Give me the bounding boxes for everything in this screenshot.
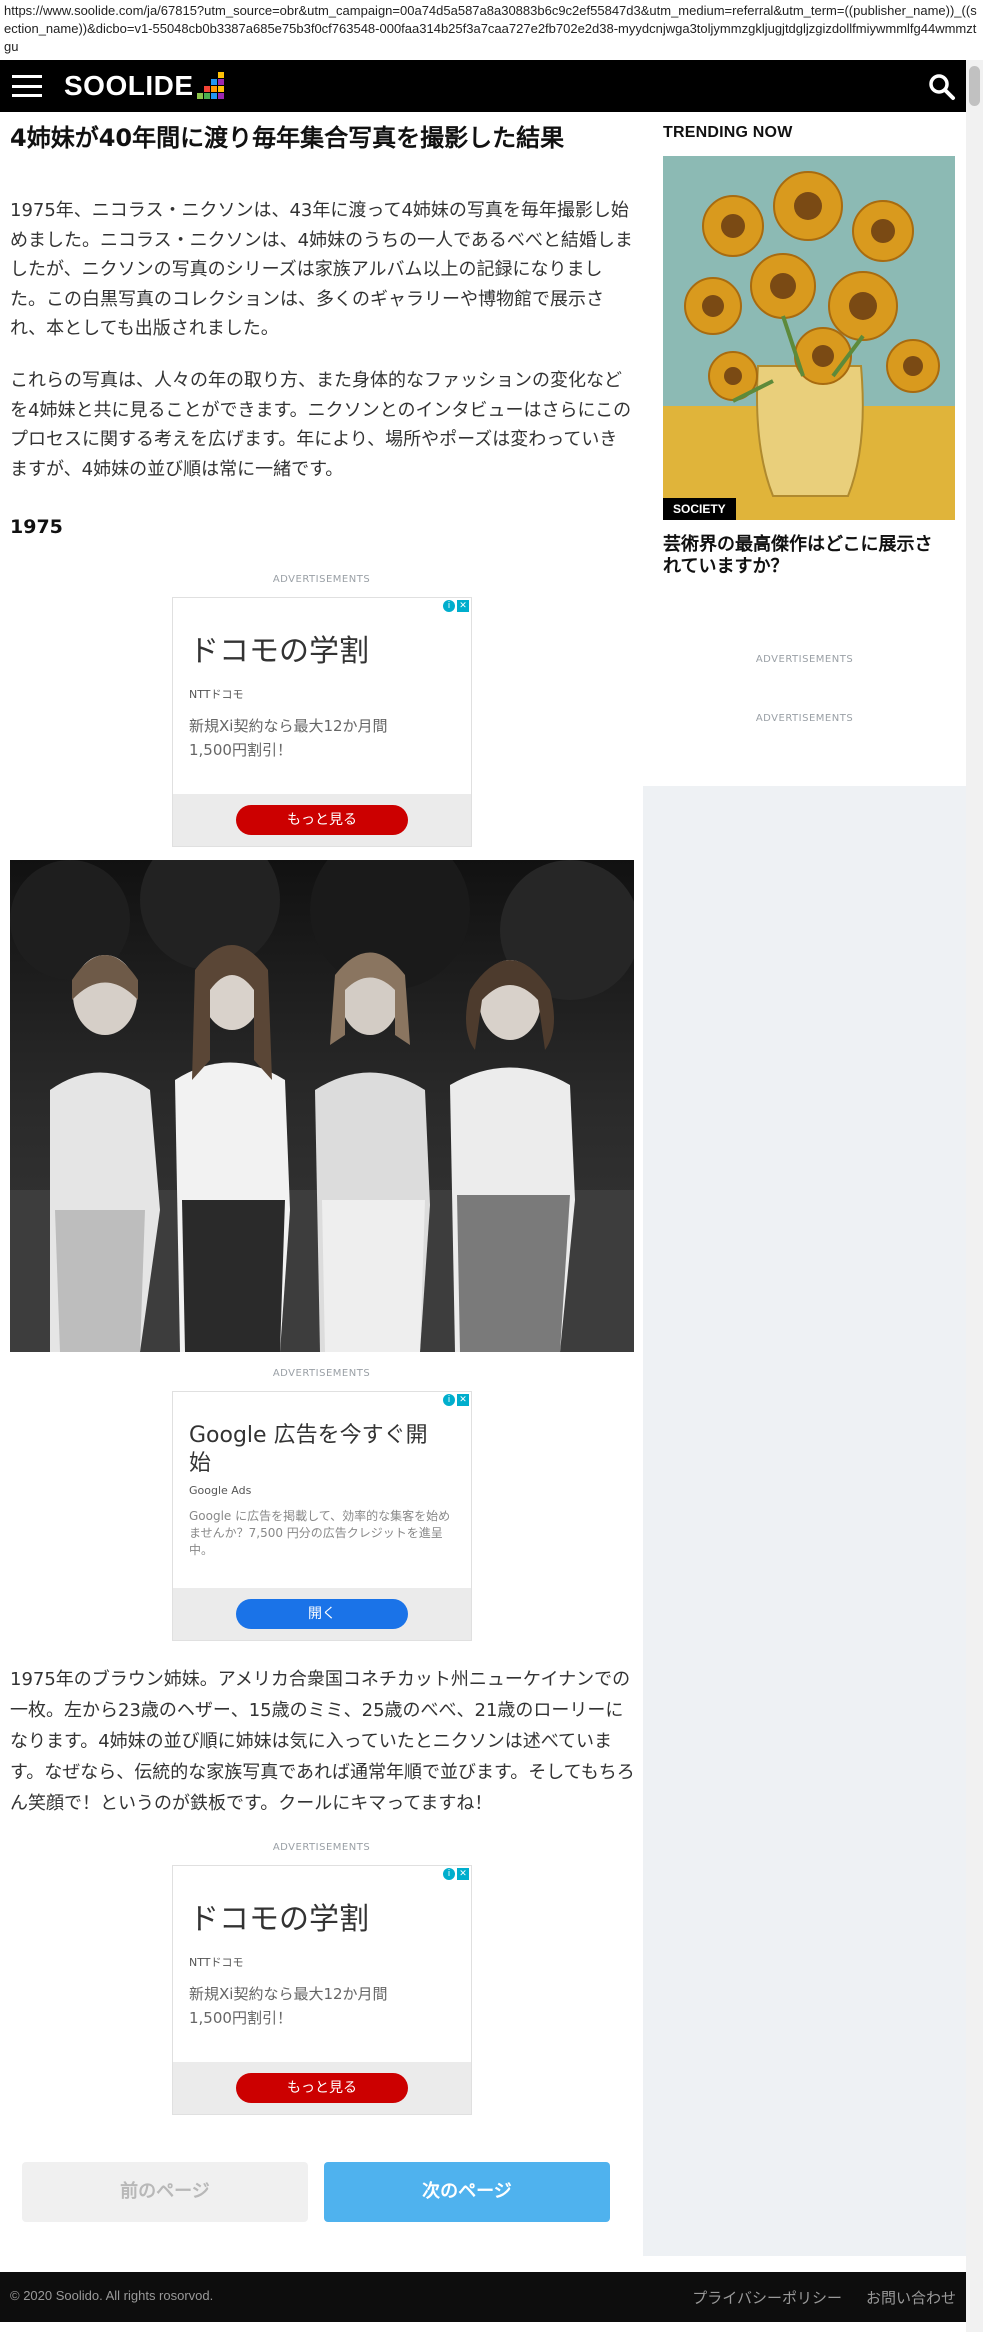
ad-google[interactable]: i ✕ Google 広告を今すぐ開始 Google Ads Google に広告…	[172, 1391, 472, 1641]
ad-description: 新規Xi契約なら最大12か月間 1,500円割引！	[189, 1985, 388, 2027]
ad-label: ADVERTISEMENTS	[272, 574, 371, 585]
ad-cta-button[interactable]: もっと見る	[236, 2073, 408, 2103]
logo-mark-square	[197, 72, 203, 78]
logo-mark-square	[211, 72, 217, 78]
ad-choices-icon[interactable]: i ✕	[443, 600, 469, 612]
footer-links: プライバシーポリシー お問い合わせ	[692, 2287, 956, 2308]
year-heading: 1975	[10, 516, 63, 538]
next-page-button[interactable]: 次のページ	[324, 2162, 610, 2222]
ad-cta-button[interactable]: 開く	[236, 1599, 408, 1629]
article-column: 4姉妹が40年間に渡り毎年集合写真を撮影した結果 1975年、ニコラス・ニクソン…	[0, 112, 643, 2256]
ad-label: ADVERTISEMENTS	[755, 713, 854, 724]
contact-link[interactable]: お問い合わせ	[866, 2287, 956, 2308]
site-logo[interactable]: SOOLIDE	[64, 60, 224, 112]
ad-label: ADVERTISEMENTS	[272, 1368, 371, 1379]
ad-headline[interactable]: Google 広告を今すぐ開始	[189, 1422, 429, 1478]
sunflowers-painting-image	[663, 156, 955, 520]
category-tag[interactable]: SOCIETY	[663, 498, 736, 520]
ad-brand: NTTドコモ	[189, 1956, 244, 1969]
scrollbar[interactable]	[966, 60, 983, 2332]
article-photo	[10, 860, 634, 1352]
ad-label: ADVERTISEMENTS	[755, 654, 854, 665]
copyright-text: © 2020 Soolido. All rights rosorvod.	[10, 2288, 214, 2303]
site-footer: © 2020 Soolido. All rights rosorvod. プライ…	[0, 2272, 966, 2322]
ad-docomo-2[interactable]: i ✕ ドコモの学割 NTTドコモ 新規Xi契約なら最大12か月間 1,500円割…	[172, 1865, 472, 2115]
ad-choices-icon[interactable]: i ✕	[443, 1868, 469, 1880]
logo-mark-square	[210, 79, 217, 85]
logo-mark-square	[197, 86, 203, 92]
ad-description: 新規Xi契約なら最大12か月間 1,500円割引！	[189, 717, 388, 759]
ad-brand: Google Ads	[189, 1484, 252, 1497]
trending-card-image[interactable]: SOCIETY	[663, 156, 955, 520]
article-title: 4姉妹が40年間に渡り毎年集合写真を撮影した結果	[10, 124, 565, 152]
logo-mark-square	[217, 93, 224, 99]
logo-mark-square	[210, 93, 217, 99]
logo-mark-square	[217, 79, 224, 85]
ad-brand: NTTドコモ	[189, 688, 244, 701]
ad-footer: 開く	[173, 1588, 471, 1640]
logo-mark-square	[203, 86, 210, 92]
article-paragraph-2: これらの写真は、人々の年の取り方、また身体的なファッションの変化などを4姉妹と共…	[10, 370, 632, 480]
ad-footer: もっと見る	[173, 2062, 471, 2114]
ad-description: Google に広告を掲載して、効率的な集客を始めませんか？7,500 円分の広…	[189, 1509, 451, 1557]
ad-headline[interactable]: ドコモの学割	[189, 634, 459, 670]
logo-mark-square	[210, 86, 217, 92]
ad-headline[interactable]: ドコモの学割	[189, 1902, 459, 1938]
sisters-photo-image	[10, 860, 634, 1352]
logo-mark-square	[196, 93, 203, 99]
trending-heading: TRENDING NOW	[663, 124, 793, 141]
logo-text: SOOLIDE	[64, 70, 194, 101]
logo-mark-square	[204, 72, 210, 78]
scrollbar-thumb[interactable]	[969, 66, 980, 106]
ad-label: ADVERTISEMENTS	[272, 1842, 371, 1853]
search-icon[interactable]	[928, 73, 956, 101]
logo-mark-square	[203, 93, 210, 99]
logo-mark-square	[217, 86, 224, 92]
menu-icon[interactable]	[12, 75, 42, 97]
top-navigation: SOOLIDE	[0, 60, 966, 112]
ad-docomo-1[interactable]: i ✕ ドコモの学割 NTTドコモ 新規Xi契約なら最大12か月間 1,500円割…	[172, 597, 472, 847]
logo-mark-square	[217, 72, 224, 78]
trending-card-title[interactable]: 芸術界の最高傑作はどこに展示されていますか？	[663, 534, 946, 578]
address-bar-url[interactable]: https://www.soolide.com/ja/67815?utm_sou…	[0, 0, 983, 60]
logo-mark-square	[204, 79, 210, 85]
ad-footer: もっと見る	[173, 794, 471, 846]
ad-cta-button[interactable]: もっと見る	[236, 805, 408, 835]
photo-caption: 1975年のブラウン姉妹。アメリカ合衆国コネチカット州ニューケイナンでの一枚。左…	[10, 1669, 635, 1814]
privacy-policy-link[interactable]: プライバシーポリシー	[692, 2287, 842, 2308]
sidebar-panel: TRENDING NOW SOCIETY 芸術界の最高傑作はどこに展示されていま…	[643, 112, 966, 786]
sidebar: TRENDING NOW SOCIETY 芸術界の最高傑作はどこに展示されていま…	[643, 112, 966, 2256]
prev-page-button[interactable]: 前のページ	[22, 2162, 308, 2222]
logo-mark-square	[197, 79, 203, 85]
ad-choices-icon[interactable]: i ✕	[443, 1394, 469, 1406]
article-paragraph-1: 1975年、ニコラス・ニクソンは、43年に渡って4姉妹の写真を毎年撮影し始めまし…	[10, 200, 633, 339]
logo-mark-icon	[196, 72, 224, 100]
